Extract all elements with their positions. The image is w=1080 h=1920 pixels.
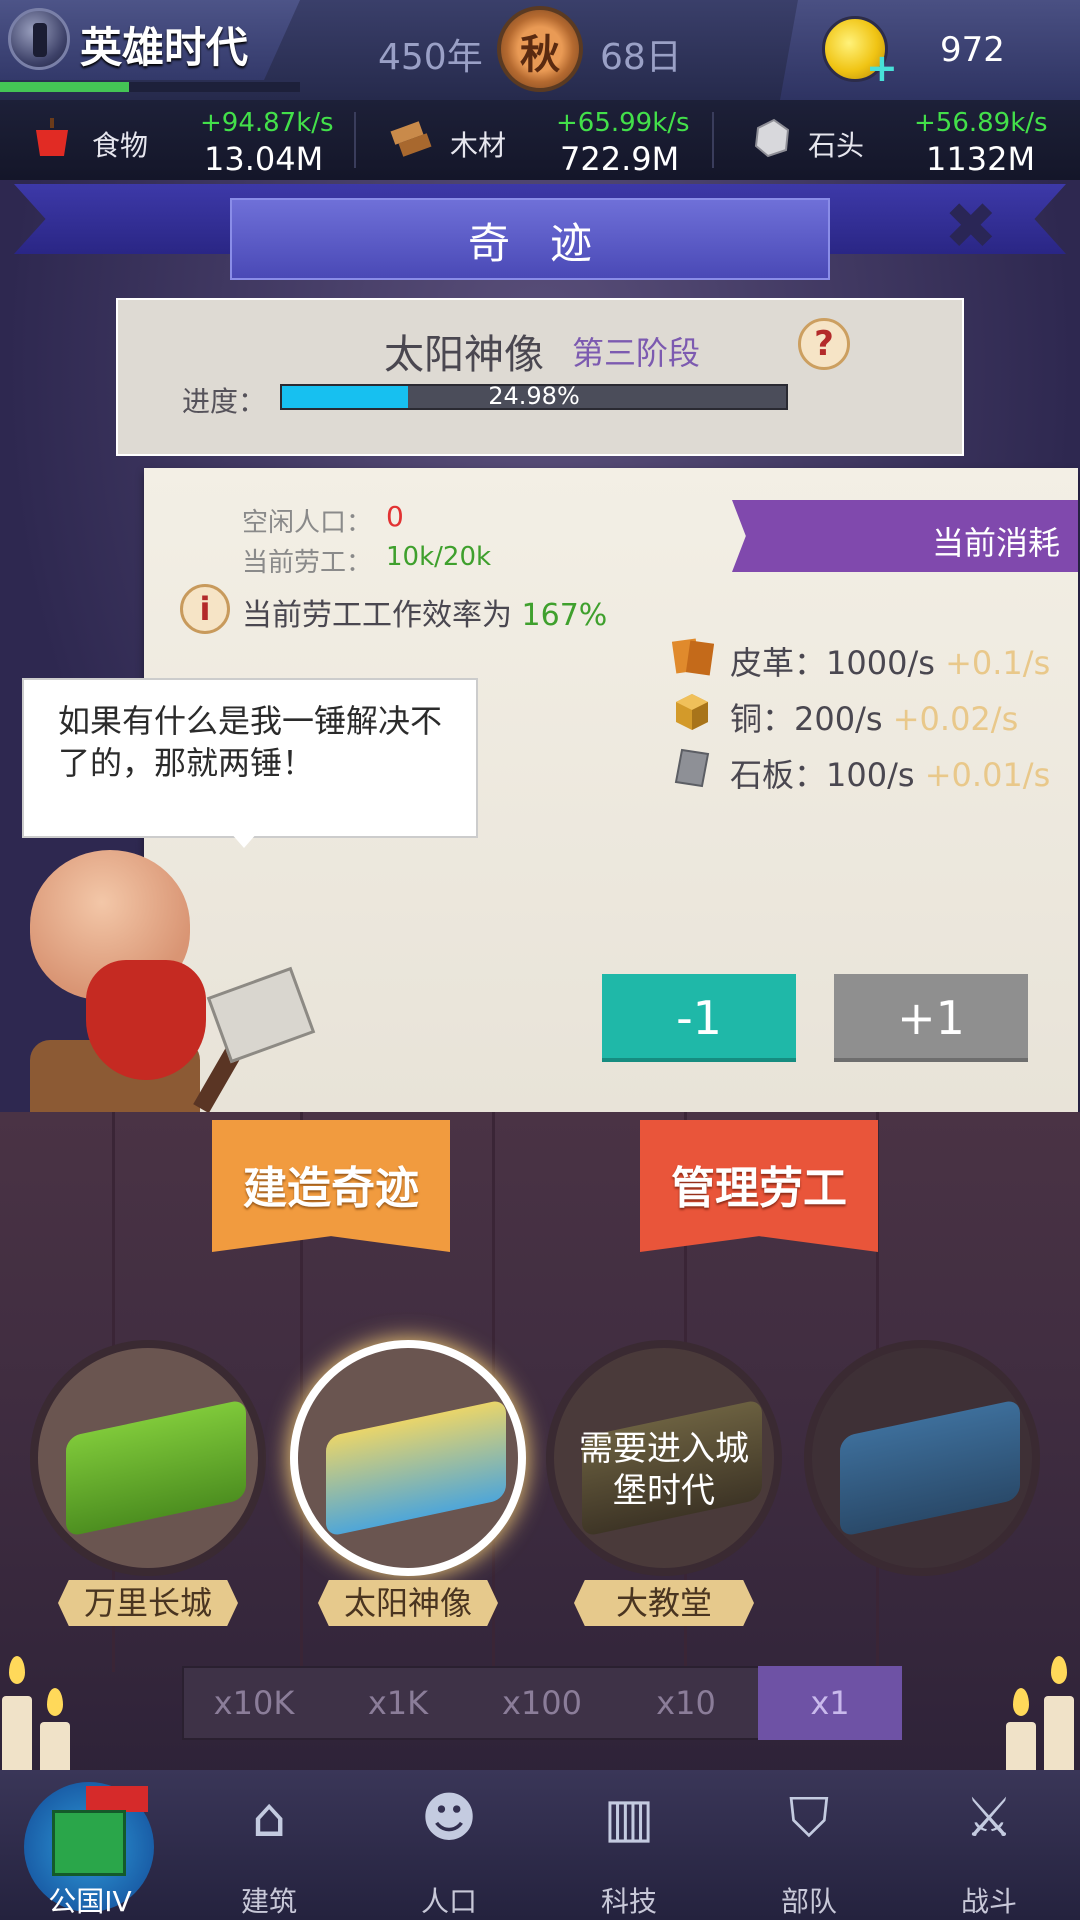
date-day: 68日 bbox=[600, 37, 682, 78]
flag-icon bbox=[86, 1786, 148, 1812]
dwarf-beard bbox=[86, 960, 206, 1080]
flame-icon bbox=[1013, 1688, 1029, 1716]
tab-manage-label: 管理劳工 bbox=[671, 1163, 847, 1214]
wonder-sun-statue[interactable] bbox=[290, 1340, 526, 1576]
idle-label: 空闲人口： bbox=[242, 508, 373, 538]
nav-label: 部队 bbox=[780, 1885, 837, 1918]
nav-label: 人口 bbox=[420, 1885, 477, 1918]
resource-name: 木材 bbox=[450, 129, 507, 162]
progress-text: 24.98% bbox=[488, 382, 580, 410]
resource-rate: +94.87k/s bbox=[200, 108, 334, 138]
leather-icon bbox=[671, 636, 715, 676]
nav-troops[interactable]: ⛉ 部队 bbox=[734, 1778, 884, 1919]
multiplier-x1[interactable]: x1 bbox=[758, 1666, 902, 1740]
great-wall-image bbox=[66, 1398, 246, 1538]
candle-icon bbox=[1006, 1722, 1036, 1776]
resource-name: 石头 bbox=[808, 129, 865, 162]
flame-icon bbox=[1051, 1656, 1067, 1684]
decrease-workers-button[interactable]: -1 bbox=[602, 974, 796, 1062]
house-icon: ⌂ bbox=[251, 1786, 287, 1849]
wonder-4-image bbox=[840, 1398, 1020, 1538]
swords-icon: ⚔ bbox=[964, 1786, 1014, 1849]
add-gold-icon[interactable]: + bbox=[866, 46, 898, 90]
speech-tail bbox=[230, 832, 258, 848]
divider bbox=[712, 112, 714, 168]
wood-icon bbox=[390, 118, 432, 158]
multiplier-x10k[interactable]: x10K bbox=[182, 1666, 326, 1740]
tab-build-label: 建造奇迹 bbox=[243, 1163, 419, 1214]
idle-value: 0 bbox=[386, 500, 404, 533]
nav-population[interactable]: ☻ 人口 bbox=[374, 1778, 524, 1919]
wonder-stage: 第三阶段 bbox=[572, 334, 701, 372]
wonder-label: 万里长城 bbox=[58, 1580, 238, 1626]
speech-text: 如果有什么是我一锤解决不了的，那就两锤！ bbox=[58, 702, 443, 782]
resource-total: 722.9M bbox=[560, 140, 680, 178]
wonder-great-wall[interactable] bbox=[30, 1340, 266, 1576]
flame-icon bbox=[47, 1688, 63, 1716]
book-icon: ▥ bbox=[603, 1786, 655, 1849]
flame-icon bbox=[9, 1656, 25, 1684]
wonder-label: 太阳神像 bbox=[318, 1580, 498, 1626]
cost-row: 石板：100/s +0.01/s bbox=[730, 756, 1051, 794]
castle-icon bbox=[52, 1810, 126, 1876]
nav-technology[interactable]: ▥ 科技 bbox=[554, 1778, 704, 1919]
wonder-cathedral-locked[interactable]: 需要进入城堡时代 bbox=[546, 1340, 782, 1576]
nav-label: 战斗 bbox=[960, 1885, 1017, 1918]
stone-icon bbox=[752, 118, 792, 158]
copper-icon bbox=[672, 692, 712, 732]
consumption-title: 当前消耗 bbox=[931, 524, 1060, 562]
banner-icon: ⛉ bbox=[788, 1786, 830, 1849]
close-icon[interactable]: ✖ bbox=[944, 190, 998, 264]
divider bbox=[354, 112, 356, 168]
increase-workers-button[interactable]: +1 bbox=[834, 974, 1028, 1062]
nav-label: 公国IV bbox=[48, 1885, 132, 1918]
resource-total: 1132M bbox=[926, 140, 1036, 178]
efficiency-text: 当前劳工工作效率为 167% bbox=[242, 598, 608, 633]
helmet-icon[interactable] bbox=[8, 8, 70, 70]
labor-value: 10k/20k bbox=[386, 542, 492, 572]
multiplier-x100[interactable]: x100 bbox=[470, 1666, 614, 1740]
nav-label: 科技 bbox=[600, 1885, 657, 1918]
resource-rate: +56.89k/s bbox=[914, 108, 1048, 138]
age-progress-fill bbox=[0, 82, 129, 92]
resource-name: 食物 bbox=[92, 129, 149, 162]
locked-text: 需要进入城堡时代 bbox=[579, 1429, 749, 1511]
apple-icon bbox=[32, 118, 72, 158]
nav-label: 建筑 bbox=[240, 1885, 297, 1918]
panel-title: 奇迹 bbox=[467, 219, 632, 268]
date-year: 450年 bbox=[378, 37, 483, 78]
info-icon[interactable]: i bbox=[180, 584, 230, 634]
resource-total: 13.04M bbox=[204, 140, 324, 178]
gold-amount: 972 bbox=[940, 30, 1005, 70]
labor-label: 当前劳工： bbox=[242, 548, 373, 578]
game-title: 英雄时代 bbox=[80, 23, 249, 72]
candle-icon bbox=[40, 1722, 70, 1776]
person-icon: ☻ bbox=[420, 1786, 478, 1849]
nav-battle[interactable]: ⚔ 战斗 bbox=[914, 1778, 1064, 1919]
nav-buildings[interactable]: ⌂ 建筑 bbox=[194, 1778, 344, 1919]
multiplier-x1k[interactable]: x1K bbox=[326, 1666, 470, 1740]
season-label: 秋 bbox=[520, 32, 560, 78]
multiplier-x10[interactable]: x10 bbox=[614, 1666, 758, 1740]
wonder-label: 大教堂 bbox=[574, 1580, 754, 1626]
candle-icon bbox=[1044, 1696, 1074, 1776]
cost-row: 铜：200/s +0.02/s bbox=[730, 700, 1019, 738]
progress-label: 进度： bbox=[182, 385, 267, 418]
efficiency-value: 167% bbox=[521, 598, 608, 633]
cost-row: 皮革：1000/s +0.1/s bbox=[730, 644, 1051, 682]
wonder-name: 太阳神像 bbox=[384, 332, 544, 378]
resource-rate: +65.99k/s bbox=[556, 108, 690, 138]
candle-icon bbox=[2, 1696, 32, 1776]
help-icon[interactable]: ? bbox=[798, 318, 850, 370]
wonder-locked-4[interactable] bbox=[804, 1340, 1040, 1576]
slate-icon bbox=[672, 748, 712, 788]
sun-statue-image bbox=[326, 1398, 506, 1538]
